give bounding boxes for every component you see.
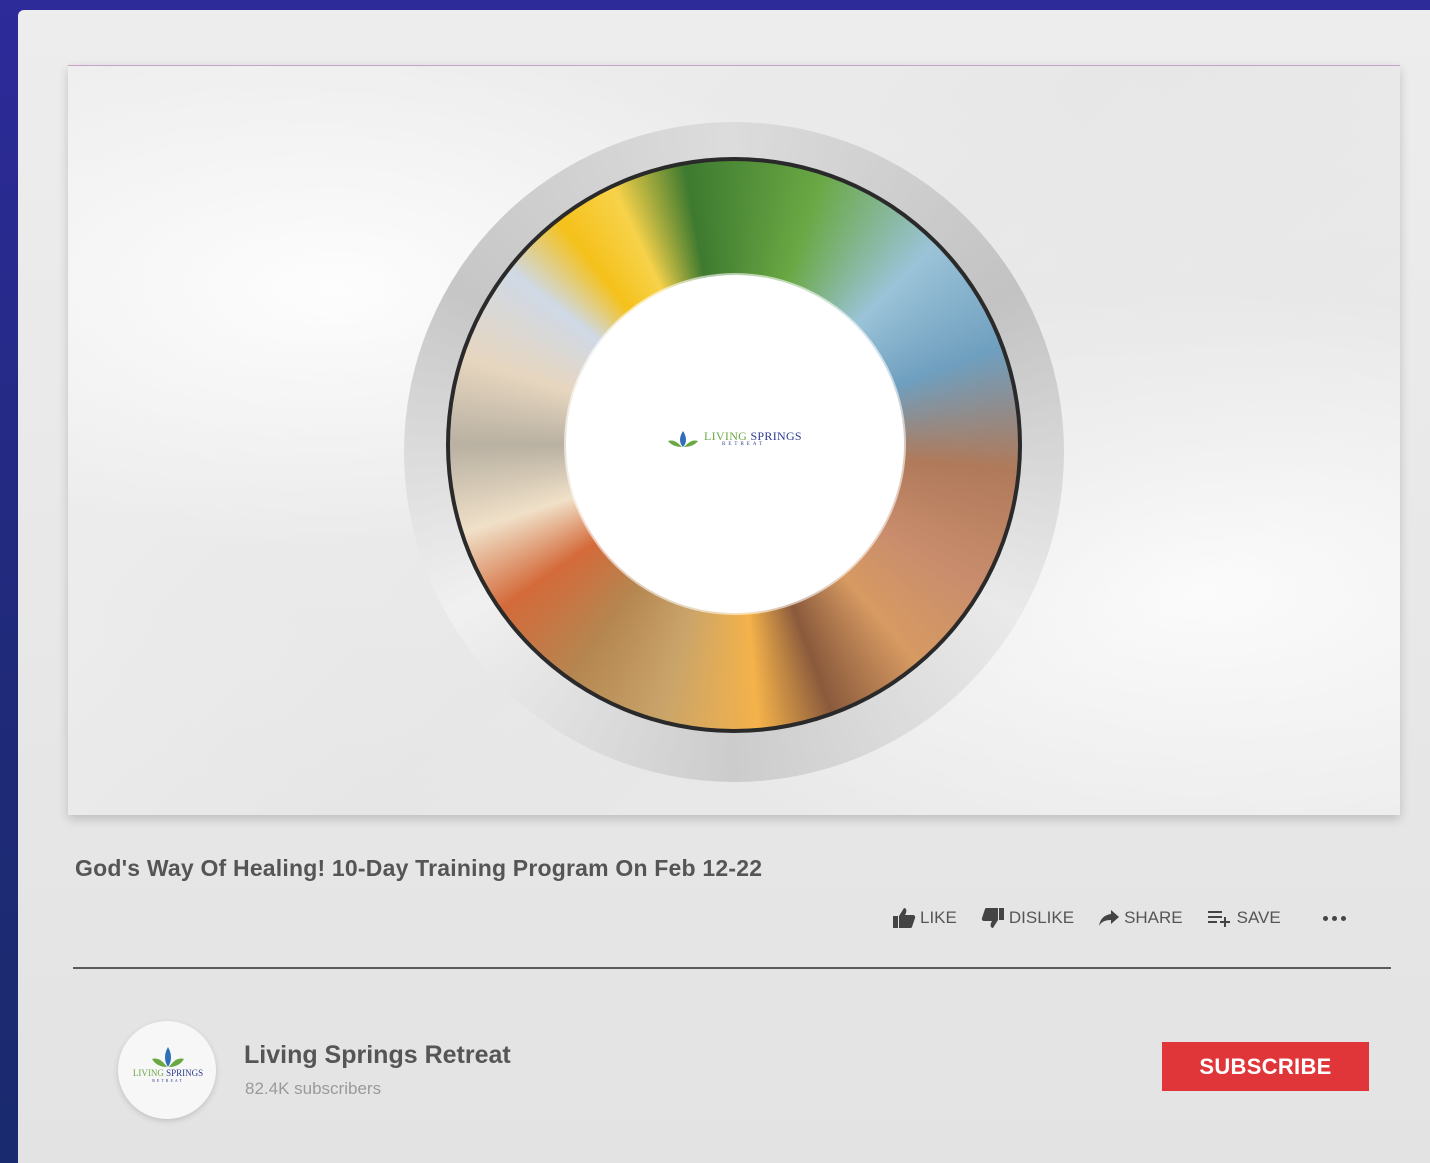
dislike-button[interactable]: DISLIKE bbox=[981, 907, 1074, 929]
like-button[interactable]: LIKE bbox=[892, 907, 957, 929]
avatar-wordmark: LIVING SPRINGS RETREAT bbox=[126, 1069, 210, 1083]
dislike-label: DISLIKE bbox=[1008, 908, 1075, 927]
section-divider bbox=[73, 967, 1391, 969]
subscribe-button[interactable]: SUBSCRIBE bbox=[1162, 1042, 1369, 1091]
avatar-word-living: LIVING bbox=[132, 1068, 164, 1078]
thumbs-up-icon bbox=[892, 907, 916, 929]
share-arrow-icon bbox=[1098, 909, 1120, 927]
leaf-logo-icon bbox=[666, 427, 700, 449]
playlist-add-icon bbox=[1207, 908, 1233, 928]
avatar-word-retreat: RETREAT bbox=[152, 1078, 184, 1083]
more-horizontal-icon[interactable] bbox=[1322, 915, 1346, 921]
subscriber-count: 82.4K subscribers bbox=[245, 1079, 382, 1098]
logo-word-living: LIVING bbox=[704, 428, 748, 443]
like-label: LIKE bbox=[920, 908, 957, 927]
thumbs-down-icon bbox=[981, 907, 1005, 929]
avatar-word-springs: SPRINGS bbox=[166, 1068, 204, 1078]
share-button[interactable]: SHARE bbox=[1098, 908, 1183, 928]
video-channel-logo: LIVING SPRINGS RETREAT bbox=[666, 425, 806, 451]
video-page-panel: LIVING SPRINGS RETREAT God's Way Of Heal… bbox=[18, 10, 1430, 1163]
logo-word-springs: SPRINGS bbox=[750, 428, 802, 443]
logo-word-retreat: RETREAT bbox=[722, 441, 765, 447]
window-frame: LIVING SPRINGS RETREAT God's Way Of Heal… bbox=[0, 0, 1430, 1163]
video-player[interactable]: LIVING SPRINGS RETREAT bbox=[68, 65, 1400, 815]
share-label: SHARE bbox=[1124, 908, 1183, 927]
save-button[interactable]: SAVE bbox=[1207, 908, 1281, 928]
video-title: God's Way Of Healing! 10-Day Training Pr… bbox=[75, 855, 763, 881]
video-actions-bar: LIKE DISLIKE SHARE SAVE bbox=[892, 907, 1346, 929]
logo-wordmark: LIVING SPRINGS RETREAT bbox=[704, 430, 802, 447]
video-top-border bbox=[68, 65, 1400, 66]
channel-name[interactable]: Living Springs Retreat bbox=[244, 1041, 511, 1070]
channel-avatar[interactable]: LIVING SPRINGS RETREAT bbox=[118, 1021, 216, 1119]
avatar-leaf-icon bbox=[150, 1043, 186, 1069]
save-label: SAVE bbox=[1236, 908, 1281, 927]
